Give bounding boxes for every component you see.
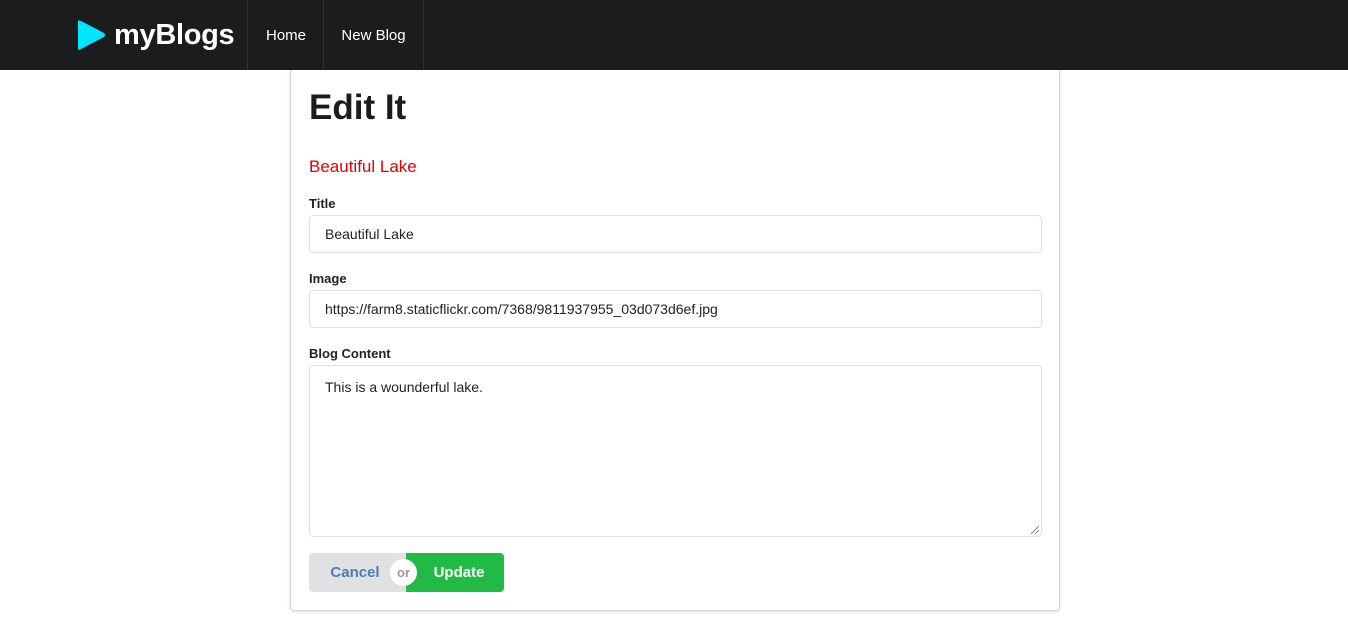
update-button[interactable]: Update (406, 553, 504, 592)
nav-home-link[interactable]: Home (247, 0, 324, 70)
page-title: Edit It (309, 88, 407, 127)
title-label: Title (309, 196, 336, 211)
brand[interactable]: myBlogs (70, 0, 248, 70)
title-input[interactable]: Beautiful Lake (309, 215, 1042, 253)
top-navbar: myBlogs Home New Blog (0, 0, 1348, 70)
nav-new-blog-link[interactable]: New Blog (323, 0, 424, 70)
blog-content-textarea[interactable]: This is a wounderful lake. (309, 365, 1042, 537)
brand-name: myBlogs (114, 18, 235, 51)
or-divider: or (390, 559, 417, 586)
image-url-input[interactable]: https://farm8.staticflickr.com/7368/9811… (309, 290, 1042, 328)
post-title: Beautiful Lake (309, 157, 417, 176)
edit-form-card: Edit It Beautiful Lake Title Beautiful L… (290, 70, 1060, 611)
resize-handle-icon[interactable] (1031, 526, 1039, 534)
image-label: Image (309, 271, 347, 286)
blog-content-text: This is a wounderful lake. (325, 379, 483, 395)
play-icon (78, 20, 105, 50)
blog-content-label: Blog Content (309, 346, 391, 361)
